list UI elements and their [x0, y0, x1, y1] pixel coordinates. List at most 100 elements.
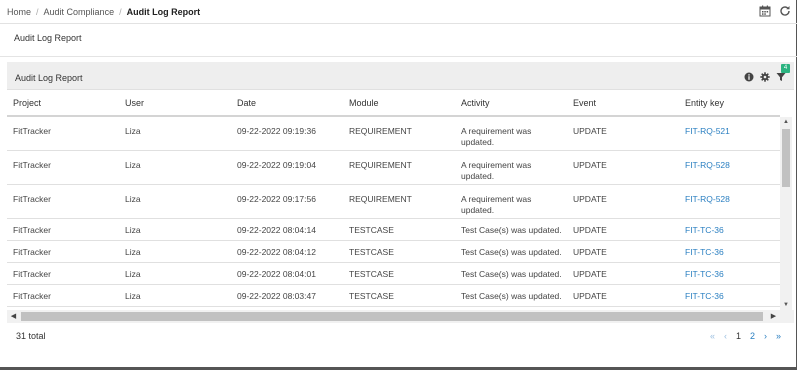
- cell-date: 09-22-2022 09:17:56: [231, 184, 343, 219]
- refresh-icon[interactable]: [779, 5, 791, 17]
- cell-user: Liza: [119, 116, 231, 151]
- cell-activity: Test Case(s) was updated.: [455, 218, 567, 241]
- cell-entity-key-link[interactable]: FIT-TC-36: [679, 240, 780, 263]
- cell-module: REQUIREMENT: [343, 184, 455, 219]
- cell-event: UPDATE: [567, 150, 679, 185]
- gear-icon[interactable]: [760, 72, 770, 82]
- column-header-entity-key[interactable]: Entity key: [679, 90, 780, 117]
- table-header-row: Project User Date Module Activity Event …: [7, 90, 780, 117]
- cell-event: UPDATE: [567, 218, 679, 241]
- page-number[interactable]: 2: [750, 331, 755, 341]
- cell-date: 09-22-2022 09:19:04: [231, 150, 343, 185]
- activity-line: updated.: [461, 170, 495, 181]
- vertical-scrollbar[interactable]: ▲ ▼: [780, 117, 792, 310]
- vertical-scroll-thumb[interactable]: [782, 129, 790, 187]
- activity-line: updated.: [461, 137, 495, 147]
- first-page-icon[interactable]: «: [710, 331, 715, 341]
- pagination: « ‹ 1 2 › »: [710, 331, 781, 341]
- cell-user: Liza: [119, 240, 231, 263]
- breadcrumb-separator: /: [36, 7, 39, 17]
- cell-date: 09-22-2022 08:04:14: [231, 218, 343, 241]
- scroll-up-arrow-icon[interactable]: ▲: [782, 118, 790, 126]
- table-row: FitTracker Liza 09-22-2022 08:04:12 TEST…: [7, 240, 780, 263]
- cell-project: FitTracker: [7, 218, 119, 241]
- previous-page-icon[interactable]: ‹: [724, 331, 727, 341]
- cell-user: Liza: [119, 218, 231, 241]
- next-page-icon[interactable]: ›: [764, 331, 767, 341]
- cell-entity-key-link[interactable]: FIT-TC-36: [679, 262, 780, 285]
- filter-count-badge: 4: [781, 64, 790, 73]
- activity-line: A requirement was: [461, 193, 532, 204]
- horizontal-scroll-thumb[interactable]: [21, 312, 763, 321]
- cell-project: FitTracker: [7, 262, 119, 285]
- page-title: Audit Log Report: [14, 33, 82, 43]
- table-row: FitTracker Liza 09-22-2022 08:04:14 TEST…: [7, 218, 780, 241]
- panel-header: Audit Log Report 4: [7, 62, 794, 90]
- column-header-module[interactable]: Module: [343, 90, 455, 117]
- column-header-user[interactable]: User: [119, 90, 231, 117]
- cell-event: UPDATE: [567, 240, 679, 263]
- top-bar: Home / Audit Compliance / Audit Log Report: [0, 0, 797, 24]
- divider: [0, 56, 797, 57]
- cell-project: FitTracker: [7, 184, 119, 219]
- cell-project: FitTracker: [7, 150, 119, 185]
- cell-event: UPDATE: [567, 184, 679, 219]
- cell-entity-key-link[interactable]: FIT-RQ-521: [679, 116, 780, 151]
- cell-event: UPDATE: [567, 116, 679, 151]
- cell-project: FitTracker: [7, 240, 119, 263]
- cell-project: FitTracker: [7, 284, 119, 307]
- cell-user: Liza: [119, 262, 231, 285]
- cell-entity-key-link[interactable]: FIT-TC-36: [679, 284, 780, 307]
- breadcrumb: Home / Audit Compliance / Audit Log Report: [7, 7, 200, 17]
- breadcrumb-home[interactable]: Home: [7, 7, 31, 17]
- cell-event: UPDATE: [567, 262, 679, 285]
- top-actions: [759, 5, 791, 17]
- total-count: 31 total: [16, 331, 46, 341]
- column-header-date[interactable]: Date: [231, 90, 343, 117]
- cell-activity: A requirement was updated.: [455, 150, 567, 185]
- horizontal-scrollbar[interactable]: ◀ ▶: [7, 310, 794, 323]
- cell-date: 09-22-2022 09:19:36: [231, 116, 343, 151]
- cell-event: UPDATE: [567, 284, 679, 307]
- audit-log-page: Home / Audit Compliance / Audit Log Report A…: [0, 0, 797, 370]
- cell-module: TESTCASE: [343, 262, 455, 285]
- cell-entity-key-link[interactable]: FIT-RQ-528: [679, 184, 780, 219]
- breadcrumb-current: Audit Log Report: [126, 7, 201, 17]
- table-row: FitTracker Liza 09-22-2022 09:17:56 REQU…: [7, 184, 780, 219]
- cell-activity: A requirement was updated.: [455, 184, 567, 219]
- cell-user: Liza: [119, 150, 231, 185]
- column-header-event[interactable]: Event: [567, 90, 679, 117]
- table-row: FitTracker Liza 09-22-2022 08:03:47 TEST…: [7, 284, 780, 307]
- cell-module: REQUIREMENT: [343, 116, 455, 151]
- calendar-icon[interactable]: [759, 5, 771, 17]
- audit-log-table: Project User Date Module Activity Event …: [7, 90, 780, 307]
- cell-module: TESTCASE: [343, 218, 455, 241]
- column-header-project[interactable]: Project: [7, 90, 119, 117]
- scroll-left-arrow-icon[interactable]: ◀: [9, 312, 18, 321]
- cell-entity-key-link[interactable]: FIT-TC-36: [679, 218, 780, 241]
- info-icon[interactable]: [744, 72, 754, 82]
- panel-actions: 4: [744, 64, 790, 82]
- scroll-right-arrow-icon[interactable]: ▶: [769, 312, 778, 321]
- cell-activity: Test Case(s) was updated.: [455, 262, 567, 285]
- page-number-current[interactable]: 1: [736, 331, 741, 341]
- table-row: FitTracker Liza 09-22-2022 09:19:36 REQU…: [7, 116, 780, 151]
- breadcrumb-separator: /: [119, 7, 122, 17]
- cell-date: 09-22-2022 08:04:01: [231, 262, 343, 285]
- cell-entity-key-link[interactable]: FIT-RQ-528: [679, 150, 780, 185]
- cell-activity: Test Case(s) was updated.: [455, 284, 567, 307]
- filter-icon[interactable]: 4: [776, 64, 790, 82]
- cell-module: TESTCASE: [343, 284, 455, 307]
- scroll-down-arrow-icon[interactable]: ▼: [782, 301, 790, 309]
- cell-date: 09-22-2022 08:04:12: [231, 240, 343, 263]
- activity-line: A requirement was: [461, 159, 532, 170]
- cell-activity: Test Case(s) was updated.: [455, 240, 567, 263]
- audit-log-table-container: Project User Date Module Activity Event …: [7, 90, 794, 310]
- activity-line: A requirement was: [461, 126, 532, 136]
- breadcrumb-audit-compliance[interactable]: Audit Compliance: [44, 7, 115, 17]
- last-page-icon[interactable]: »: [776, 331, 781, 341]
- panel-title: Audit Log Report: [15, 73, 83, 83]
- column-header-activity[interactable]: Activity: [455, 90, 567, 117]
- table-row: FitTracker Liza 09-22-2022 08:04:01 TEST…: [7, 262, 780, 285]
- cell-project: FitTracker: [7, 116, 119, 151]
